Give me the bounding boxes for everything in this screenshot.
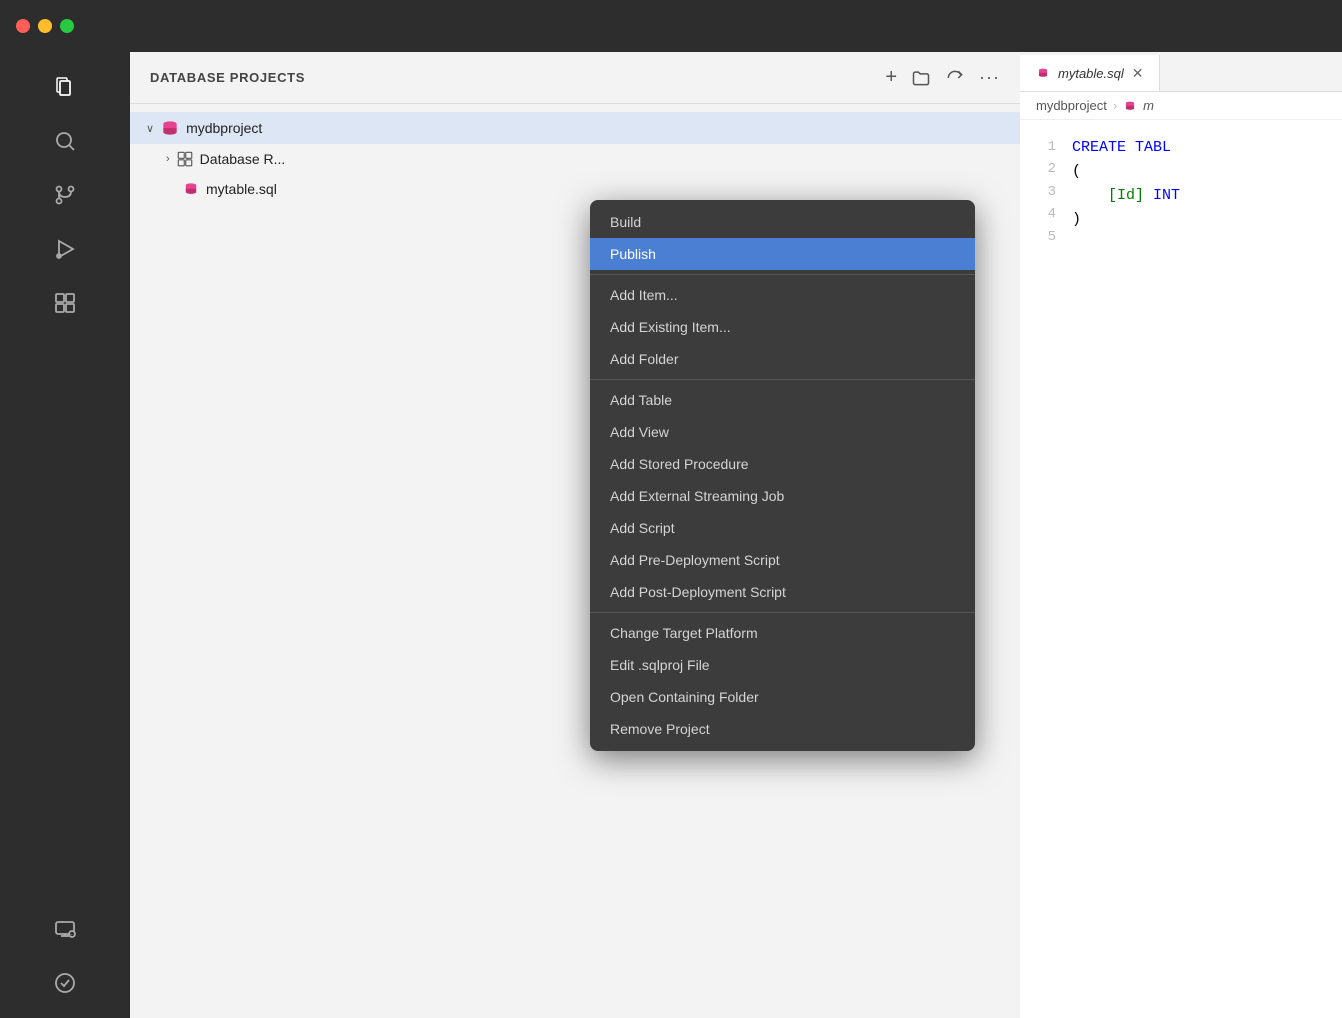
source-control-icon[interactable] — [40, 170, 90, 220]
context-menu: BuildPublish Add Item...Add Existing Item… — [590, 200, 975, 751]
editor-panel: mytable.sql ✕ mydbproject › m 1 2 3 4 5 — [1020, 52, 1342, 1018]
menu-separator-after-publish — [590, 274, 975, 275]
menu-item-add-external-streaming-job[interactable]: Add External Streaming Job — [590, 480, 975, 512]
menu-item-publish[interactable]: Publish — [590, 238, 975, 270]
files-icon[interactable] — [40, 62, 90, 112]
svg-text:~: ~ — [70, 933, 73, 939]
menu-item-change-target-platform[interactable]: Change Target Platform — [590, 617, 975, 649]
code-line-2: ( — [1072, 160, 1342, 184]
menu-item-add-item[interactable]: Add Item... — [590, 279, 975, 311]
line-num-3: 3 — [1020, 181, 1056, 203]
file-name: mytable.sql — [206, 181, 277, 197]
maximize-button[interactable] — [60, 19, 74, 33]
keyword-table: TABL — [1135, 136, 1171, 160]
sidebar-title: DATABASE PROJECTS — [150, 70, 869, 85]
code-line-1: CREATE TABL — [1072, 136, 1342, 160]
open-button[interactable] — [911, 68, 931, 88]
more-button[interactable]: ··· — [979, 67, 1000, 88]
line-num-2: 2 — [1020, 158, 1056, 180]
line-num-4: 4 — [1020, 203, 1056, 225]
remote-icon[interactable]: ~ — [40, 904, 90, 954]
menu-item-build[interactable]: Build — [590, 206, 975, 238]
menu-item-edit-sqlproj-file[interactable]: Edit .sqlproj File — [590, 649, 975, 681]
activity-bar: ~ — [0, 52, 130, 1018]
menu-separator-after-add-post-deployment-script — [590, 612, 975, 613]
code-text-3 — [1144, 184, 1153, 208]
menu-item-remove-project[interactable]: Remove Project — [590, 713, 975, 745]
menu-item-add-pre-deployment-script[interactable]: Add Pre-Deployment Script — [590, 544, 975, 576]
sidebar-tree: ∨ mydbproject › Database R... — [130, 104, 1020, 212]
run-debug-icon[interactable] — [40, 224, 90, 274]
code-editor: 1 2 3 4 5 CREATE TABL ( [Id] INT ) — [1020, 120, 1342, 1018]
editor-tab-mytable[interactable]: mytable.sql ✕ — [1020, 55, 1160, 91]
sidebar: DATABASE PROJECTS + ··· — [130, 52, 1020, 1018]
breadcrumb-file: m — [1143, 98, 1154, 113]
keyword-create: CREATE — [1072, 136, 1126, 160]
minimize-button[interactable] — [38, 19, 52, 33]
db-ref-chevron: › — [166, 153, 170, 165]
tab-db-icon — [1036, 66, 1050, 80]
sidebar-header: DATABASE PROJECTS + ··· — [130, 52, 1020, 104]
tab-close-button[interactable]: ✕ — [1132, 65, 1144, 82]
code-line-4: ) — [1072, 208, 1342, 232]
add-button[interactable]: + — [885, 66, 897, 89]
line-num-1: 1 — [1020, 136, 1056, 158]
breadcrumb-separator: › — [1113, 98, 1117, 113]
menu-item-add-view[interactable]: Add View — [590, 416, 975, 448]
tab-file-label: mytable.sql — [1058, 66, 1124, 81]
breadcrumb: mydbproject › m — [1020, 92, 1342, 120]
db-references-label: Database R... — [200, 151, 286, 167]
menu-item-add-post-deployment-script[interactable]: Add Post-Deployment Script — [590, 576, 975, 608]
line-numbers: 1 2 3 4 5 — [1020, 120, 1072, 1018]
db-ref-icon — [176, 150, 194, 168]
titlebar — [0, 0, 1342, 52]
line-num-5: 5 — [1020, 226, 1056, 248]
db-references-item[interactable]: › Database R... — [130, 144, 1020, 174]
main-layout: ~ DATABASE PROJECTS + — [0, 52, 1342, 1018]
extensions-icon[interactable] — [40, 278, 90, 328]
menu-item-add-folder[interactable]: Add Folder — [590, 343, 975, 375]
search-icon[interactable] — [40, 116, 90, 166]
menu-item-add-existing-item[interactable]: Add Existing Item... — [590, 311, 975, 343]
project-chevron: ∨ — [146, 122, 154, 135]
menu-item-add-script[interactable]: Add Script — [590, 512, 975, 544]
breadcrumb-project: mydbproject — [1036, 98, 1107, 113]
refresh-button[interactable] — [945, 68, 965, 88]
check-icon[interactable] — [40, 958, 90, 1008]
file-db-icon — [182, 180, 200, 198]
project-name: mydbproject — [186, 120, 262, 136]
editor-tabs: mytable.sql ✕ — [1020, 52, 1342, 92]
project-db-icon — [160, 118, 180, 138]
code-indent — [1072, 184, 1108, 208]
project-tree-item[interactable]: ∨ mydbproject — [130, 112, 1020, 144]
menu-item-open-containing-folder[interactable]: Open Containing Folder — [590, 681, 975, 713]
code-text-2: ( — [1072, 160, 1081, 184]
code-content: CREATE TABL ( [Id] INT ) — [1072, 120, 1342, 1018]
code-bracket-id: [Id] — [1108, 184, 1144, 208]
code-text-4: ) — [1072, 208, 1081, 232]
keyword-int: INT — [1153, 184, 1180, 208]
close-button[interactable] — [16, 19, 30, 33]
menu-item-add-table[interactable]: Add Table — [590, 384, 975, 416]
sidebar-toolbar: + ··· — [885, 66, 1000, 89]
code-text-1 — [1126, 136, 1135, 160]
menu-item-add-stored-procedure[interactable]: Add Stored Procedure — [590, 448, 975, 480]
code-line-3: [Id] INT — [1072, 184, 1342, 208]
menu-separator-after-add-folder — [590, 379, 975, 380]
breadcrumb-db-icon — [1123, 99, 1137, 113]
